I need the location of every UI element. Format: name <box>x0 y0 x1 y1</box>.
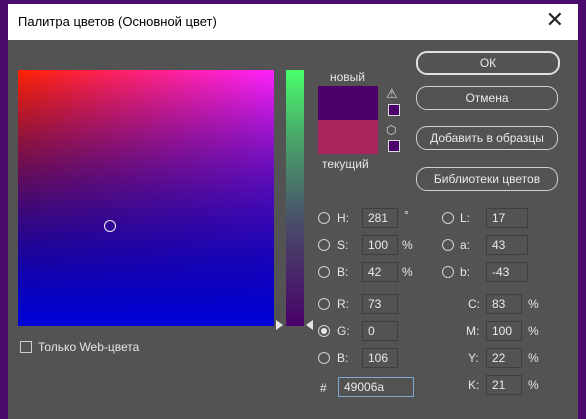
web-safe-swatch[interactable] <box>388 140 400 152</box>
m-input[interactable]: 100 <box>486 321 522 341</box>
close-icon[interactable]: ✕ <box>546 9 564 31</box>
g-label: G: <box>337 324 350 338</box>
r-input[interactable]: 73 <box>362 294 398 314</box>
hsb-b-unit: % <box>402 265 413 279</box>
color-field-overlay <box>18 70 274 326</box>
slider-arrow-left-icon[interactable] <box>276 320 283 330</box>
rgb-b-input[interactable]: 106 <box>362 348 398 368</box>
m-label: M: <box>466 324 480 338</box>
cancel-button[interactable]: Отмена <box>416 86 558 110</box>
y-unit: % <box>528 351 539 365</box>
y-input[interactable]: 22 <box>486 348 522 368</box>
color-field-picker-ring[interactable] <box>104 220 116 232</box>
web-safe-cube-icon[interactable]: ⬡ <box>386 124 396 136</box>
title-bar: Палитра цветов (Основной цвет) ✕ <box>8 4 578 40</box>
hsb-b-label: B: <box>337 265 349 279</box>
s-input[interactable]: 100 <box>362 235 398 255</box>
slider-arrow-right-icon[interactable] <box>306 320 313 330</box>
radio-s[interactable] <box>318 239 330 251</box>
hex-input[interactable]: 49006a <box>338 377 414 397</box>
c-label: C: <box>468 297 480 311</box>
c-input[interactable]: 83 <box>486 294 522 314</box>
k-input[interactable]: 21 <box>486 375 522 395</box>
new-color-label: новый <box>330 70 366 84</box>
k-label: K: <box>468 378 480 392</box>
radio-hsb-b[interactable] <box>318 266 330 278</box>
r-label: R: <box>337 297 349 311</box>
h-label: H: <box>337 211 349 225</box>
y-label: Y: <box>468 351 479 365</box>
color-picker-dialog: Палитра цветов (Основной цвет) ✕ Только … <box>8 4 578 419</box>
radio-rgb-b[interactable] <box>318 352 330 364</box>
l-label: L: <box>460 211 471 225</box>
rgb-b-label: B: <box>337 351 349 365</box>
new-color-swatch <box>318 86 378 120</box>
add-to-swatches-button[interactable]: Добавить в образцы <box>416 126 558 150</box>
color-libraries-button[interactable]: Библиотеки цветов <box>416 167 558 191</box>
g-input[interactable]: 0 <box>362 321 398 341</box>
l-input[interactable]: 17 <box>486 208 528 228</box>
channel-slider[interactable] <box>286 70 304 326</box>
h-input[interactable]: 281 <box>362 208 398 228</box>
k-unit: % <box>528 378 539 392</box>
color-field[interactable] <box>18 70 274 326</box>
lab-b-input[interactable]: -43 <box>486 262 528 282</box>
hsb-b-input[interactable]: 42 <box>362 262 398 282</box>
hex-label: # <box>320 381 327 395</box>
current-color-swatch[interactable] <box>318 120 378 154</box>
radio-l[interactable] <box>442 212 454 224</box>
radio-h[interactable] <box>318 212 330 224</box>
a-input[interactable]: 43 <box>486 235 528 255</box>
gamut-swatch[interactable] <box>388 104 400 116</box>
s-label: S: <box>337 238 349 252</box>
current-color-label: текущий <box>322 157 369 171</box>
radio-r[interactable] <box>318 298 330 310</box>
h-unit: ° <box>404 208 409 222</box>
lab-b-label: b: <box>460 265 471 279</box>
window-title: Палитра цветов (Основной цвет) <box>18 14 217 29</box>
radio-g[interactable] <box>318 325 330 337</box>
warning-icon[interactable]: ⚠ <box>386 87 398 100</box>
web-only-checkbox[interactable] <box>20 341 32 353</box>
c-unit: % <box>528 297 539 311</box>
radio-a[interactable] <box>442 239 454 251</box>
ok-button[interactable]: ОК <box>416 51 560 75</box>
s-unit: % <box>402 238 413 252</box>
web-only-option[interactable]: Только Web-цвета <box>20 340 139 354</box>
web-only-label: Только Web-цвета <box>38 340 140 354</box>
m-unit: % <box>528 324 539 338</box>
a-label: a: <box>460 238 471 252</box>
radio-lab-b[interactable] <box>442 266 454 278</box>
